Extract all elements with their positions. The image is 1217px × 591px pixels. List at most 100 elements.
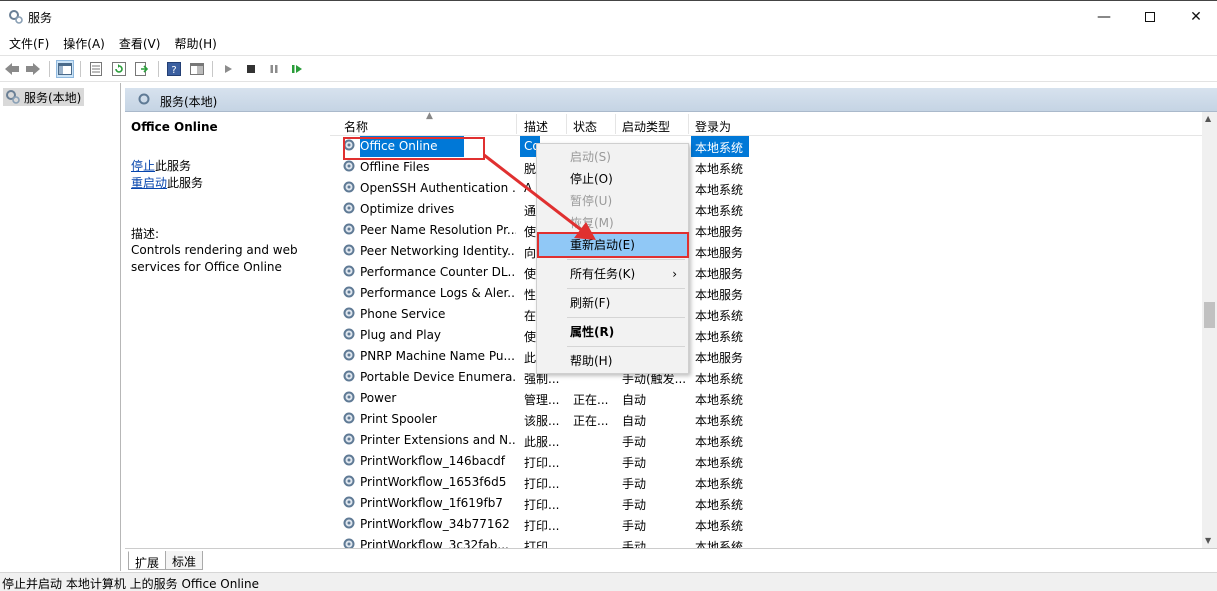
service-name: PrintWorkflow_3c32fab... xyxy=(360,538,509,548)
column-header-logon-as[interactable]: 登录为 xyxy=(695,118,731,135)
search-gear-icon xyxy=(138,93,150,105)
service-gear-icon xyxy=(343,433,355,445)
console-tree-icon xyxy=(58,63,72,75)
service-row[interactable]: Plug and Play 使本地系统 xyxy=(330,325,1202,346)
service-startup-cell: 手动 xyxy=(622,519,647,533)
service-startup-cell: 手动 xyxy=(622,456,647,470)
menu-file[interactable]: 文件(F) xyxy=(2,33,56,55)
export-list-button[interactable] xyxy=(133,60,151,78)
service-logon-cell: 本地服务 xyxy=(695,351,744,365)
service-row[interactable]: OpenSSH Authentication ... A 本地系统 xyxy=(330,178,1202,199)
minimize-button[interactable]: — xyxy=(1081,1,1127,33)
tab-extended[interactable]: 扩展 xyxy=(128,551,167,570)
service-startup-cell: 自动 xyxy=(622,414,647,428)
tree-item-services-local[interactable]: 服务(本地) xyxy=(3,88,85,106)
stop-link-suffix: 此服务 xyxy=(155,159,192,173)
service-logon-cell: 本地系统 xyxy=(695,435,744,449)
service-name: Power xyxy=(360,391,397,405)
show-hide-console-tree-button[interactable] xyxy=(56,60,74,78)
forward-button[interactable] xyxy=(24,60,42,78)
maximize-icon xyxy=(1145,12,1155,22)
service-name: Performance Logs & Aler... xyxy=(360,286,516,300)
service-name: Plug and Play xyxy=(360,328,442,342)
stop-service-button[interactable] xyxy=(242,60,260,78)
properties-toolbar-button[interactable] xyxy=(87,60,105,78)
service-row[interactable]: Peer Networking Identity... 向本地服务 xyxy=(330,241,1202,262)
service-row[interactable]: Power 管理... 正在... 自动 本地系统 xyxy=(330,388,1202,409)
service-row[interactable]: Portable Device Enumera... 强制... 手动(触发... 本… xyxy=(330,367,1202,388)
back-arrow-icon xyxy=(5,63,19,75)
menu-action[interactable]: 操作(A) xyxy=(56,33,112,55)
service-description-cell: 打印... xyxy=(524,498,560,512)
pause-icon xyxy=(270,65,278,73)
maximize-button[interactable] xyxy=(1127,1,1173,33)
service-gear-icon xyxy=(343,538,355,548)
service-logon-cell: 本地服务 xyxy=(695,288,744,302)
service-logon-cell: 本地系统 xyxy=(695,162,744,176)
export-icon xyxy=(135,62,149,76)
service-row[interactable]: Printer Extensions and N... 此服... 手动 本地系统 xyxy=(330,430,1202,451)
pause-service-button[interactable] xyxy=(265,60,283,78)
menu-item-stop[interactable]: 停止(O) xyxy=(538,168,687,190)
service-row[interactable]: Optimize drives 通本地系统 xyxy=(330,199,1202,220)
service-gear-icon xyxy=(343,370,355,382)
services-list: ▲ 名称 描述 状态 启动类型 登录为 Office Online Co 本地系统 O… xyxy=(330,112,1202,548)
service-logon-cell: 本地系统 xyxy=(695,498,744,512)
forward-arrow-icon xyxy=(26,63,40,75)
menu-item-all-tasks[interactable]: 所有任务(K) › xyxy=(538,263,687,285)
service-logon-cell: 本地系统 xyxy=(695,540,744,548)
menu-item-properties[interactable]: 属性(R) xyxy=(538,321,687,343)
service-row[interactable]: PrintWorkflow_3c32fab... 打印... 手动 本地系统 xyxy=(330,535,1202,548)
service-logon-cell: 本地系统 xyxy=(695,141,744,155)
column-header-startup-type[interactable]: 启动类型 xyxy=(622,118,670,135)
service-row[interactable]: Phone Service 在本地系统 xyxy=(330,304,1202,325)
refresh-toolbar-button[interactable] xyxy=(110,60,128,78)
service-startup-cell: 自动 xyxy=(622,393,647,407)
stop-service-link[interactable]: 停止 xyxy=(131,159,155,173)
column-header-status[interactable]: 状态 xyxy=(573,118,597,135)
menu-item-refresh[interactable]: 刷新(F) xyxy=(538,292,687,314)
close-button[interactable]: ✕ xyxy=(1173,1,1217,33)
play-icon xyxy=(225,65,232,73)
view-toolbar-button[interactable] xyxy=(188,60,206,78)
menu-view[interactable]: 查看(V) xyxy=(112,33,168,55)
service-row[interactable]: PrintWorkflow_1f619fb7 打印... 手动 本地系统 xyxy=(330,493,1202,514)
restart-service-button[interactable] xyxy=(288,60,306,78)
service-gear-icon xyxy=(343,475,355,487)
menu-item-help[interactable]: 帮助(H) xyxy=(538,350,687,372)
svg-text:?: ? xyxy=(171,65,176,76)
service-name: Portable Device Enumera... xyxy=(360,370,516,384)
service-row[interactable]: PrintWorkflow_146bacdf 打印... 手动 本地系统 xyxy=(330,451,1202,472)
menu-help[interactable]: 帮助(H) xyxy=(167,33,223,55)
service-row[interactable]: PrintWorkflow_34b77162 打印... 手动 本地系统 xyxy=(330,514,1202,535)
tab-standard[interactable]: 标准 xyxy=(165,551,204,570)
menu-item-start[interactable]: 启动(S) xyxy=(538,146,687,168)
service-row[interactable]: PrintWorkflow_1653f6d5 打印... 手动 本地系统 xyxy=(330,472,1202,493)
service-row[interactable]: Print Spooler 该服... 正在... 自动 本地系统 xyxy=(330,409,1202,430)
service-row[interactable]: PNRP Machine Name Pu... 此本地服务 xyxy=(330,346,1202,367)
service-name: PrintWorkflow_1f619fb7 xyxy=(360,496,503,510)
service-row[interactable]: Peer Name Resolution Pr... 使本地服务 xyxy=(330,220,1202,241)
menu-item-pause[interactable]: 暂停(U) xyxy=(538,190,687,212)
scroll-down-icon[interactable]: ▼ xyxy=(1205,536,1211,545)
service-gear-icon xyxy=(343,517,355,529)
service-logon-cell: 本地系统 xyxy=(695,372,744,386)
restart-service-link[interactable]: 重启动 xyxy=(131,176,167,190)
back-button[interactable] xyxy=(3,60,21,78)
submenu-chevron-icon: › xyxy=(672,267,677,281)
service-row[interactable]: Performance Logs & Aler... 性本地服务 xyxy=(330,283,1202,304)
service-description-cell: 打印... xyxy=(524,477,560,491)
service-row[interactable]: Performance Counter DL... 使本地服务 xyxy=(330,262,1202,283)
menu-item-resume[interactable]: 恢复(M) xyxy=(538,212,687,234)
column-header-description[interactable]: 描述 xyxy=(524,118,548,135)
service-row[interactable]: Offline Files 脱本地系统 xyxy=(330,157,1202,178)
help-toolbar-button[interactable]: ? xyxy=(165,60,183,78)
service-name: Printer Extensions and N... xyxy=(360,433,516,447)
service-gear-icon xyxy=(343,391,355,403)
scroll-up-icon[interactable]: ▲ xyxy=(1205,114,1211,123)
column-header-name[interactable]: 名称 xyxy=(344,118,368,135)
service-detail-panel: Office Online 停止此服务 重启动此服务 描述: Controls … xyxy=(125,112,330,548)
vertical-scrollbar[interactable]: ▲ ▼ xyxy=(1202,112,1217,548)
start-service-button[interactable] xyxy=(219,60,237,78)
scroll-thumb[interactable] xyxy=(1204,302,1215,328)
